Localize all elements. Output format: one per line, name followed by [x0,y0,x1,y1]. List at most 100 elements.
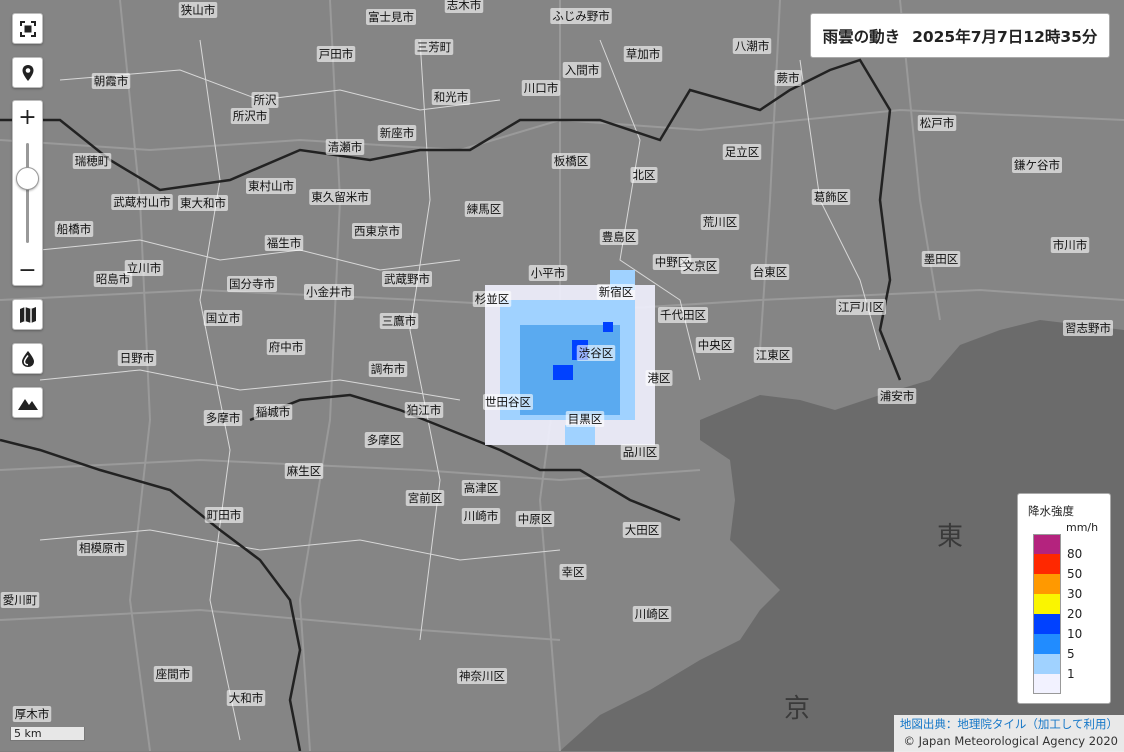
place-label: 川崎区 [635,607,670,621]
place-label: 豊島区 [602,230,637,244]
place-label: 品川区 [623,445,658,459]
legend-swatch [1033,634,1061,654]
legend-swatch [1033,594,1061,614]
place-label: 日野市 [120,351,155,365]
place-label: 戸田市 [319,47,354,61]
map-title: 雨雲の動き 2025年7月7日12時35分 [810,13,1110,58]
place-label: 所沢市 [233,109,268,123]
timestamp: 2025年7月7日12時35分 [912,27,1098,46]
place-label: 墨田区 [924,252,959,266]
fullscreen-button[interactable] [12,13,43,44]
place-label: 市川市 [1053,238,1088,252]
place-label: 朝霞市 [94,74,129,88]
place-label: 多摩市 [206,411,241,425]
place-label: 小平市 [531,266,566,280]
legend-value: 10 [1067,627,1083,641]
place-label: 福生市 [267,236,302,250]
current-location-button[interactable] [12,57,43,88]
place-label: 足立区 [725,145,760,159]
place-label: 麻生区 [287,464,322,478]
zoom-slider-track[interactable] [26,143,29,243]
place-label: 国分寺市 [229,277,275,291]
place-label: 三芳町 [417,40,452,54]
place-label: 狭山市 [181,3,216,17]
place-label: 清瀬市 [328,140,363,154]
place-label: 北区 [633,168,656,182]
legend-swatch [1033,574,1061,594]
rain-layer-button[interactable] [12,343,43,374]
place-label: 杉並区 [475,292,510,306]
mountain-icon [17,398,38,410]
legend-swatch [1033,554,1061,574]
place-label: 所沢 [254,93,277,107]
place-label: 八潮市 [735,39,770,53]
place-label: 蕨市 [777,71,800,85]
place-label: 多摩区 [367,433,402,447]
legend-value: 30 [1067,587,1083,601]
legend-value: 5 [1067,647,1075,661]
place-label: 東村山市 [248,179,294,193]
place-label: 江東区 [756,348,791,362]
place-label: 国立市 [206,311,241,325]
place-label: 狛江市 [407,403,442,417]
place-label: 台東区 [753,265,788,279]
place-label: 厚木市 [15,707,50,721]
place-label: 高津区 [464,481,499,495]
place-label: 新宿区 [599,285,634,299]
place-label: 新座市 [380,126,415,140]
attribution: 地図出典：地理院タイル（加工して利用） © Japan Meteorologic… [893,715,1124,752]
rain-drop-icon [21,350,34,367]
place-label: 文京区 [683,259,718,273]
place-label: 武蔵村山市 [113,195,171,209]
place-label: 板橋区 [554,154,589,168]
zoom-out-button[interactable]: − [13,255,42,285]
place-label: 草加市 [626,47,661,61]
place-label: 世田谷区 [485,395,531,409]
place-label: 中央区 [698,338,733,352]
zoom-in-button[interactable]: + [13,102,42,132]
place-label: 大和市 [229,691,264,705]
legend-swatch [1033,534,1061,554]
rain-radar-map[interactable]: 狭山市 富士見市 ふじみ野市 志木市三芳町戸田市川口市 草加市 八潮市蕨市 入間市朝霞市和光… [0,0,1124,751]
precipitation-legend: 降水強度 mm/h 80 50 30 20 10 5 1 [1017,493,1111,704]
legend-swatch [1033,614,1061,634]
zoom-slider-handle[interactable] [16,167,39,190]
copyright-text: © Japan Meteorological Agency 2020 [903,734,1118,748]
legend-swatch [1033,654,1061,674]
place-label: 東久留米市 [311,190,369,204]
map-source-link[interactable]: 地図出典：地理院タイル（加工して利用） [900,716,1118,733]
place-label: 志木市 [447,0,482,12]
place-label: 座間市 [156,667,191,681]
place-label: 宮前区 [408,491,443,505]
place-label: 港区 [648,371,671,385]
place-label: 船橋市 [57,222,92,236]
place-label: 小金井市 [306,285,352,299]
place-label: 荒川区 [703,215,738,229]
place-label: 立川市 [127,261,162,275]
place-label: 目黒区 [568,412,603,426]
terrain-layer-button[interactable] [12,387,43,418]
location-pin-icon [22,64,33,81]
legend-swatch [1033,674,1061,694]
place-label: 葛飾区 [814,190,849,204]
place-label: 浦安市 [880,389,915,403]
place-label: 練馬区 [467,202,502,216]
place-label: 鎌ケ谷市 [1014,158,1060,172]
legend-value: 50 [1067,567,1083,581]
place-label: 千代田区 [660,308,706,322]
place-label: 三鷹市 [382,314,417,328]
legend-value: 20 [1067,607,1083,621]
page-title: 雨雲の動き [822,27,901,46]
place-label: 稲城市 [256,405,291,419]
place-label: 調布市 [371,362,406,376]
map-icon [19,306,36,323]
place-label: 神奈川区 [459,669,505,683]
scale-bar: 5 km [10,727,85,741]
place-label: 富士見市 [368,10,414,24]
bay-label: 東 [937,522,963,552]
place-label: 渋谷区 [579,346,614,360]
place-label: 入間市 [565,63,600,77]
legend-value: 80 [1067,547,1083,561]
map-layer-button[interactable] [12,299,43,330]
place-label: 東大和市 [180,196,226,210]
